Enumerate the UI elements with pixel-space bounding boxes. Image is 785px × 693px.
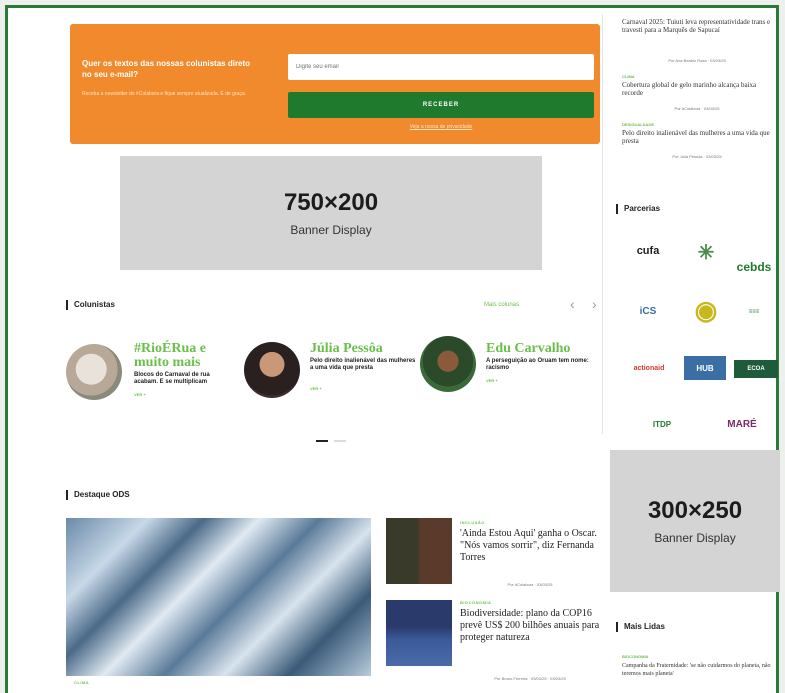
carousel-next-icon[interactable]: › (592, 296, 597, 312)
privacy-link[interactable]: Veja a nossa de privacidade (288, 124, 594, 130)
sidebar-news-meta: Por #Colabora · 03/03/25 (674, 106, 720, 111)
partner-logo[interactable]: ◉ (688, 292, 724, 328)
most-read-tag[interactable]: BIOCONOMIA (622, 654, 648, 659)
sidebar-divider (602, 14, 603, 434)
newsletter-subtitle: Receba a newsletter do #Colabora e fique… (82, 91, 246, 97)
sidebar-news-title[interactable]: Pelo direito inalienável das mulheres a … (622, 129, 772, 145)
sidebar-news-title[interactable]: Carnaval 2025: Tuiuti leva representativ… (622, 18, 772, 34)
page-frame: Quer os textos das nossas colunistas dir… (5, 5, 780, 693)
columnist-desc: A perseguição ao Oruam tem nome: racismo (486, 358, 589, 371)
article-tag[interactable]: INCLUSÃO (460, 520, 485, 525)
more-columns-link[interactable]: Mais colunas (484, 302, 519, 308)
partner-logo[interactable]: ≡≡≡ (732, 304, 776, 320)
columnist-desc: Blocos do Carnaval de rua acabam. E se m… (134, 372, 210, 385)
sidebar-news-meta: Por Júlia Pessôa · 03/03/25 (672, 154, 722, 159)
most-read-title-item[interactable]: Campanha da Fraternidade: 'se não cuidar… (622, 662, 772, 678)
most-read-title: Mais Lidas (616, 622, 665, 632)
partner-logo[interactable]: cebds (730, 234, 778, 274)
carousel-dot-active[interactable] (316, 440, 328, 442)
ods-title: Destaque ODS (66, 490, 130, 500)
banner-top[interactable]: 750×200 Banner Display (120, 156, 542, 270)
carousel-prev-icon[interactable]: ‹ (570, 296, 575, 312)
partner-logo[interactable]: ECOA (734, 360, 778, 378)
article-title[interactable]: Biodiversidade: plano da COP16 prevê US$… (460, 608, 600, 644)
carousel-dot[interactable] (334, 440, 346, 442)
article-meta: Por #Colabora · 03/03/25 (507, 582, 553, 587)
sidebar-news-title[interactable]: Cobertura global de gelo marinho alcança… (622, 81, 772, 97)
newsletter-submit-button[interactable]: RECEBER (288, 92, 594, 118)
article-title[interactable]: 'Ainda Estou Aqui' ganha o Oscar. "Nós v… (460, 528, 600, 564)
partner-logo[interactable]: actionaid (622, 360, 676, 376)
partner-logo[interactable]: ITDP (642, 416, 682, 432)
sidebar-news-tag[interactable]: CLIMA (622, 74, 635, 79)
columnist-desc: Pelo direito inalienável das mulheres a … (310, 358, 416, 371)
columnists-title: Colunistas (66, 300, 115, 310)
columnist-avatar[interactable] (244, 342, 300, 398)
newsletter-title: Quer os textos das nossas colunistas dir… (82, 59, 251, 79)
columnist-name[interactable]: Júlia Pessôa (310, 342, 420, 356)
banner-side-label: Banner Display (654, 531, 736, 545)
banner-top-label: Banner Display (290, 223, 372, 237)
columnist-name[interactable]: #RioÉRua e muito mais (134, 342, 234, 370)
columnist-more-link[interactable]: VER + (134, 392, 146, 397)
article-meta: Por Bruno Ferreira · 03/03/25 · 03/03/25 (494, 676, 566, 681)
sidebar-news-tag[interactable]: DESIGUALDADE (622, 122, 654, 127)
banner-side-size: 300×250 (647, 497, 743, 524)
partner-logo[interactable]: ✳ (688, 234, 724, 270)
partner-logo[interactable]: MARÉ (720, 416, 764, 432)
partner-logo[interactable]: cufa (622, 240, 674, 262)
sidebar-news-meta: Por Ana Beatriz Rosa · 03/03/25 (668, 58, 726, 63)
columnist-avatar[interactable] (66, 344, 122, 400)
newsletter-email-input[interactable] (288, 54, 594, 80)
banner-top-size: 750×200 (283, 189, 379, 216)
article-thumbnail[interactable] (386, 518, 452, 584)
partner-logo[interactable]: iCS (624, 300, 672, 322)
newsletter-box: Quer os textos das nossas colunistas dir… (70, 24, 600, 144)
columnist-more-link[interactable]: VER + (310, 386, 322, 391)
columnist-avatar[interactable] (420, 336, 476, 392)
columnist-more-link[interactable]: VER + (486, 378, 498, 383)
ods-main-image[interactable] (66, 518, 371, 676)
article-thumbnail[interactable] (386, 600, 452, 666)
ods-main-tag[interactable]: CLIMA (74, 680, 89, 685)
partners-title: Parcerias (616, 204, 660, 214)
partner-logo[interactable]: HUB (684, 356, 726, 380)
article-tag[interactable]: BIOCONOMIA (460, 600, 491, 605)
banner-side[interactable]: 300×250 Banner Display (610, 450, 780, 592)
columnist-name[interactable]: Edu Carvalho (486, 342, 596, 356)
